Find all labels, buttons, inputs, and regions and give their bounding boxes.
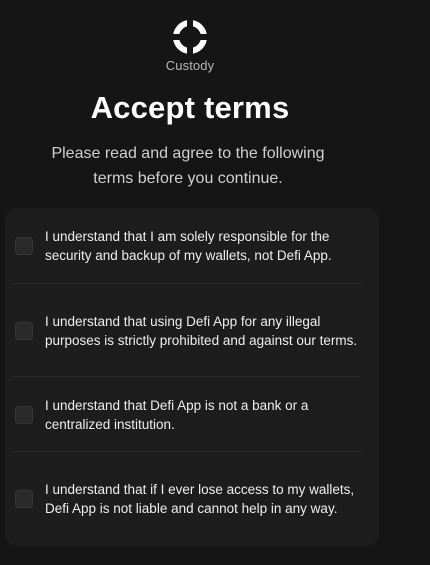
page-title: Accept terms — [90, 90, 290, 125]
accept-terms-screen: Custody Accept terms Please read and agr… — [0, 0, 430, 565]
term-checkbox-not-bank[interactable] — [15, 405, 33, 424]
page-subtitle: Please read and agree to the following t… — [51, 145, 325, 187]
term-checkbox-responsibility[interactable] — [15, 237, 33, 255]
term-text-not-bank: I understand that Defi App is not a bank… — [45, 397, 309, 432]
term-text-lost-access: I understand that if I ever lose access … — [45, 482, 355, 516]
term-item-lost-access[interactable]: I understand that if I ever lose access … — [5, 452, 379, 546]
term-item-not-bank[interactable]: I understand that Defi App is not a bank… — [5, 377, 379, 452]
term-item-responsibility[interactable]: I understand that I am solely responsibl… — [5, 208, 379, 284]
term-text-responsibility: I understand that I am solely responsibl… — [45, 229, 332, 263]
term-text-illegal-use: I understand that using Defi App for any… — [45, 313, 358, 348]
terms-list: I understand that I am solely responsibl… — [5, 208, 379, 546]
term-checkbox-lost-access[interactable] — [15, 490, 33, 508]
custody-logo-icon — [170, 17, 210, 57]
term-checkbox-illegal-use[interactable] — [15, 321, 33, 340]
term-item-illegal-use[interactable]: I understand that using Defi App for any… — [5, 284, 379, 377]
custody-label: Custody — [165, 58, 215, 73]
